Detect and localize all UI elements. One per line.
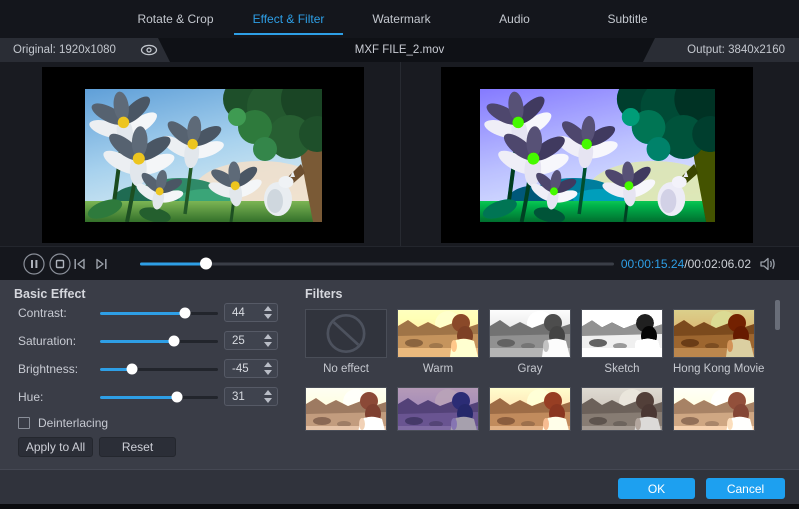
effect-panel: Basic Effect Contrast: 44 Saturation: 25… xyxy=(0,280,799,469)
previous-frame-button[interactable] xyxy=(72,256,88,272)
filter-label: No effect xyxy=(305,363,387,375)
output-preview xyxy=(441,67,753,243)
player-bar: 00:00:15.24/00:02:06.02 xyxy=(0,246,799,280)
stop-button[interactable] xyxy=(49,253,71,275)
filter-label: Hong Kong Movie xyxy=(673,363,755,375)
contrast-spinbox[interactable]: 44 xyxy=(224,303,278,322)
hue-slider-thumb[interactable] xyxy=(172,392,183,403)
tab-subtitle[interactable]: Subtitle xyxy=(571,0,684,38)
filter-warm[interactable]: Warm xyxy=(397,309,479,375)
saturation-value: 25 xyxy=(225,335,261,347)
time-current: 00:00:15.24 xyxy=(621,257,684,271)
saturation-down-arrow[interactable] xyxy=(264,342,272,347)
tab-audio[interactable]: Audio xyxy=(458,0,571,38)
tab-rotate-crop[interactable]: Rotate & Crop xyxy=(119,0,232,38)
seek-thumb[interactable] xyxy=(200,258,212,270)
apply-to-all-button[interactable]: Apply to All xyxy=(18,437,93,457)
saturation-row: Saturation: 25 xyxy=(0,331,300,351)
contrast-slider-thumb[interactable] xyxy=(179,308,190,319)
hue-down-arrow[interactable] xyxy=(264,398,272,403)
original-resolution-tag: Original: 1920x1080 xyxy=(0,38,170,62)
effect-filter-dialog: Rotate & Crop Effect & Filter Watermark … xyxy=(0,0,799,509)
no-effect-icon xyxy=(306,310,386,357)
no-effect-thumbnail[interactable] xyxy=(305,309,387,358)
hue-row: Hue: 31 xyxy=(0,387,300,407)
deinterlacing-label: Deinterlacing xyxy=(38,416,108,430)
brightness-label: Brightness: xyxy=(18,362,78,376)
contrast-label: Contrast: xyxy=(18,306,67,320)
tab-bar: Rotate & Crop Effect & Filter Watermark … xyxy=(0,0,799,38)
seek-progress xyxy=(140,262,206,265)
window-bottom-strip xyxy=(0,504,799,509)
sketch-thumbnail[interactable] xyxy=(581,309,663,358)
reset-button[interactable]: Reset xyxy=(99,437,176,457)
eye-icon[interactable] xyxy=(140,43,158,57)
filter-row2-tile-4[interactable] xyxy=(581,387,663,431)
deinterlacing-checkbox-row[interactable]: Deinterlacing xyxy=(18,416,108,430)
filter-row2-tile-1[interactable] xyxy=(305,387,387,431)
ok-button[interactable]: OK xyxy=(618,478,695,499)
hue-up-arrow[interactable] xyxy=(264,390,272,395)
brightness-spinbox[interactable]: -45 xyxy=(224,359,278,378)
tab-watermark[interactable]: Watermark xyxy=(345,0,458,38)
output-resolution-label: Output: 3840x2160 xyxy=(687,44,785,56)
filter-hong-kong-movie[interactable]: Hong Kong Movie xyxy=(673,309,755,375)
output-video-frame xyxy=(480,89,715,222)
time-display: 00:00:15.24/00:02:06.02 xyxy=(621,247,751,281)
gray-thumbnail[interactable] xyxy=(489,309,571,358)
dialog-footer: OK Cancel xyxy=(0,469,799,504)
original-video-frame xyxy=(85,89,322,222)
filter-label: Warm xyxy=(397,363,479,375)
hue-spinbox[interactable]: 31 xyxy=(224,387,278,406)
filter-label: Gray xyxy=(489,363,571,375)
preview-divider xyxy=(400,62,401,246)
filters-scrollbar[interactable] xyxy=(775,300,780,330)
brightness-down-arrow[interactable] xyxy=(264,370,272,375)
original-preview xyxy=(42,67,364,243)
filter-row2-tile-5[interactable] xyxy=(673,387,755,431)
filter-gray[interactable]: Gray xyxy=(489,309,571,375)
filter-label: Sketch xyxy=(581,363,663,375)
filter-sketch[interactable]: Sketch xyxy=(581,309,663,375)
hue-label: Hue: xyxy=(18,390,43,404)
preview-area xyxy=(0,62,799,246)
saturation-up-arrow[interactable] xyxy=(264,334,272,339)
output-resolution-tag: Output: 3840x2160 xyxy=(643,38,799,62)
filters-title: Filters xyxy=(305,287,343,301)
filter-row2-tile-2[interactable] xyxy=(397,387,479,431)
brightness-row: Brightness: -45 xyxy=(0,359,300,379)
original-resolution-label: Original: 1920x1080 xyxy=(13,44,116,56)
next-frame-button[interactable] xyxy=(93,256,109,272)
pause-button[interactable] xyxy=(23,253,45,275)
brightness-up-arrow[interactable] xyxy=(264,362,272,367)
saturation-slider[interactable] xyxy=(100,340,218,343)
brightness-slider[interactable] xyxy=(100,368,218,371)
hong-kong-movie-thumbnail[interactable] xyxy=(673,309,755,358)
preview-header: MXF FILE_2.mov Original: 1920x1080 Outpu… xyxy=(0,38,799,62)
contrast-up-arrow[interactable] xyxy=(264,306,272,311)
brightness-slider-thumb[interactable] xyxy=(127,364,138,375)
filter-no-effect[interactable]: No effect xyxy=(305,309,387,375)
cancel-button[interactable]: Cancel xyxy=(706,478,785,499)
saturation-spinbox[interactable]: 25 xyxy=(224,331,278,350)
contrast-down-arrow[interactable] xyxy=(264,314,272,319)
contrast-slider[interactable] xyxy=(100,312,218,315)
hue-value: 31 xyxy=(225,391,261,403)
warm-thumbnail[interactable] xyxy=(397,309,479,358)
time-total: 00:02:06.02 xyxy=(688,257,751,271)
contrast-row: Contrast: 44 xyxy=(0,303,300,323)
brightness-value: -45 xyxy=(225,363,261,375)
seek-slider[interactable] xyxy=(140,262,614,265)
basic-effect-title: Basic Effect xyxy=(14,287,86,301)
volume-icon[interactable] xyxy=(759,256,777,272)
saturation-label: Saturation: xyxy=(18,334,76,348)
contrast-value: 44 xyxy=(225,307,261,319)
deinterlacing-checkbox[interactable] xyxy=(18,417,30,429)
saturation-slider-thumb[interactable] xyxy=(168,336,179,347)
tab-effect-filter[interactable]: Effect & Filter xyxy=(232,0,345,38)
hue-slider[interactable] xyxy=(100,396,218,399)
filter-row2-tile-3[interactable] xyxy=(489,387,571,431)
